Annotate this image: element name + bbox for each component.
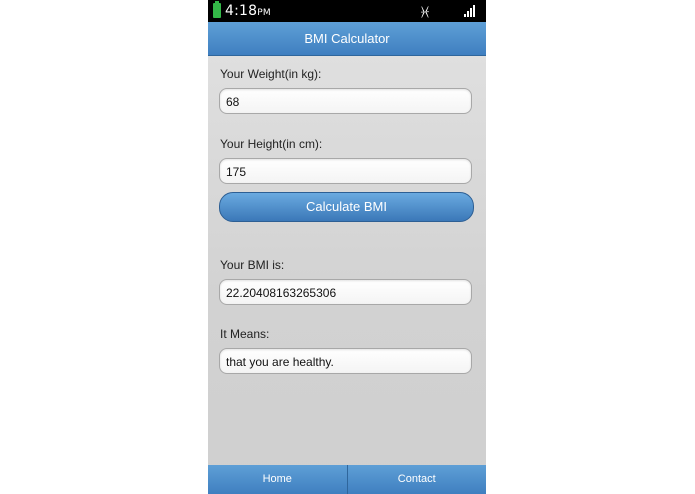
- time-text: 4:18: [225, 3, 258, 19]
- meaning-label: It Means:: [220, 327, 270, 341]
- status-time: 4:18PM: [225, 2, 271, 22]
- bottom-nav: Home Contact: [208, 465, 486, 494]
- phone-screen: 4:18PM ⦒⦑ BMI Calculator Your Weight(in …: [208, 0, 486, 494]
- bmi-result-field[interactable]: 22.20408163265306: [219, 279, 472, 305]
- height-input[interactable]: 175: [219, 158, 472, 184]
- vibrate-icon: ⦒⦑: [421, 4, 429, 18]
- status-bar: 4:18PM ⦒⦑: [208, 0, 486, 22]
- weight-input[interactable]: 68: [219, 88, 472, 114]
- weight-label: Your Weight(in kg):: [220, 67, 322, 81]
- time-ampm: PM: [257, 8, 271, 18]
- height-label: Your Height(in cm):: [220, 137, 323, 151]
- nav-contact-button[interactable]: Contact: [346, 465, 487, 494]
- calculate-bmi-button[interactable]: Calculate BMI: [219, 192, 474, 222]
- page-title: BMI Calculator: [208, 22, 486, 56]
- battery-icon: [213, 1, 221, 18]
- bmi-label: Your BMI is:: [220, 258, 285, 272]
- meaning-field[interactable]: that you are healthy.: [219, 348, 472, 374]
- nav-home-button[interactable]: Home: [208, 465, 347, 494]
- signal-icon: [464, 4, 478, 17]
